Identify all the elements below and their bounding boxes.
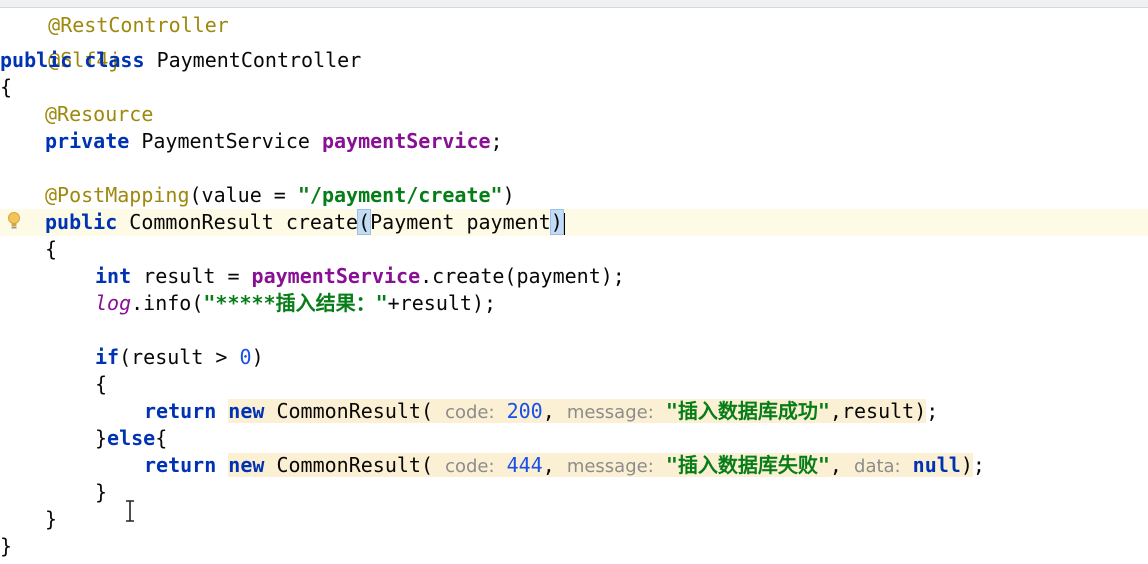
method-sig-mid: CommonResult create [129,210,359,234]
string-success: "插入数据库成功" [665,399,830,423]
lightbulb-icon[interactable] [7,211,21,233]
annotation-postmapping: @PostMapping [45,183,190,207]
keyword-new-fail: new [228,453,265,477]
log-string: "*****插入结果：" [203,291,388,315]
log-info-close: +result); [387,291,497,315]
code-line-postmapping[interactable]: @PostMapping(value = "/payment/create") [45,182,515,209]
brace-close-class: } [0,534,13,558]
semicolon-success: ; [926,399,939,423]
keyword-new: new [228,399,265,423]
brace-open-if: { [95,372,108,396]
keyword-if: if [95,345,120,369]
code-line-else[interactable]: }else{ [95,425,167,452]
code-line-int-result[interactable]: int result = paymentService.create(payme… [95,263,625,290]
code-line-class-brace-open[interactable]: { [0,74,12,101]
comma: , [542,399,555,423]
param-hint-message-fail: message: [566,456,654,477]
keyword-int: int [95,264,132,288]
code-line-resource[interactable]: @Resource [45,101,153,128]
number-444: 444 [506,453,543,477]
param: Payment payment [370,210,551,234]
semicolon-fail: ; [972,453,985,477]
keyword-public-method: public [45,210,118,234]
code-line-if-brace-open[interactable]: { [95,371,107,398]
code-line-class-decl[interactable]: public class PaymentController [0,47,361,74]
brace-close-else: } [95,480,108,504]
brace-open-method: { [45,237,58,261]
postmapping-open: (value = [189,183,298,207]
param-hint-message: message: [566,402,654,423]
keyword-null: null [912,453,961,477]
code-line-return-fail[interactable]: return new CommonResult( code: 444, mess… [144,452,985,479]
annotation-resource: @Resource [45,102,154,126]
common-result-open-fail: CommonResult( [276,453,434,477]
keyword-return: return [144,399,217,423]
success-tail: ,result) [829,399,927,423]
code-line-log[interactable]: log.info("*****插入结果："+result); [95,290,496,317]
paren-open-match: ( [357,209,372,235]
text-cursor-icon [126,500,134,522]
postmapping-close: ) [502,183,515,207]
keyword-else: else [107,426,156,450]
brace-open: { [0,75,13,99]
postmapping-value: "/payment/create" [297,183,503,207]
param-hint-code: code: [445,402,495,423]
if-cond-close: ) [251,345,264,369]
code-line-method-brace-open[interactable]: { [45,236,57,263]
number-200: 200 [506,399,543,423]
result-assign: result = [143,264,252,288]
number-zero: 0 [239,345,252,369]
field-payment-service-ref: paymentService [251,264,421,288]
param-hint-data: data: [854,456,901,477]
common-result-open: CommonResult( [276,399,434,423]
class-name: PaymentController [156,48,362,72]
code-editor[interactable]: @RestController @Slf4j public class Paym… [0,0,1148,564]
code-line-method-sig[interactable]: public CommonResult create(Payment payme… [45,209,565,236]
create-call: .create(payment); [420,264,625,288]
code-line-if[interactable]: if(result > 0) [95,344,264,371]
code-line-return-success[interactable]: return new CommonResult( code: 200, mess… [144,398,938,425]
if-cond-open: (result > [119,345,240,369]
keyword-private: private [45,129,130,153]
brace-close-if: } [95,426,108,450]
log-info-open: .info( [131,291,204,315]
comma-fail-2: , [829,453,842,477]
code-line-else-brace-close[interactable]: } [95,479,107,506]
code-line-method-brace-close[interactable]: } [45,506,57,533]
string-fail: "插入数据库失败" [665,453,830,477]
code-line-class-brace-close[interactable]: } [0,533,12,560]
type-payment-service: PaymentService [141,129,310,153]
close-paren-fail: ) [960,453,973,477]
semicolon: ; [490,129,503,153]
field-payment-service: paymentService [321,129,491,153]
editor-top-strip [0,0,1148,8]
code-line-field-decl[interactable]: private PaymentService paymentService; [45,128,503,155]
param-hint-code-fail: code: [445,456,495,477]
comma-fail-1: , [542,453,555,477]
text-caret [562,212,565,235]
paren-close-match: ) [549,209,564,235]
brace-close-method: } [45,507,58,531]
code-line-slf4j[interactable]: @Slf4j [0,20,120,72]
keyword-return-fail: return [144,453,217,477]
else-line: }else{ [95,426,167,450]
brace-open-else: { [155,426,168,450]
keyword-public: public [0,48,73,72]
keyword-class: class [84,48,145,72]
log-field: log [95,291,132,315]
